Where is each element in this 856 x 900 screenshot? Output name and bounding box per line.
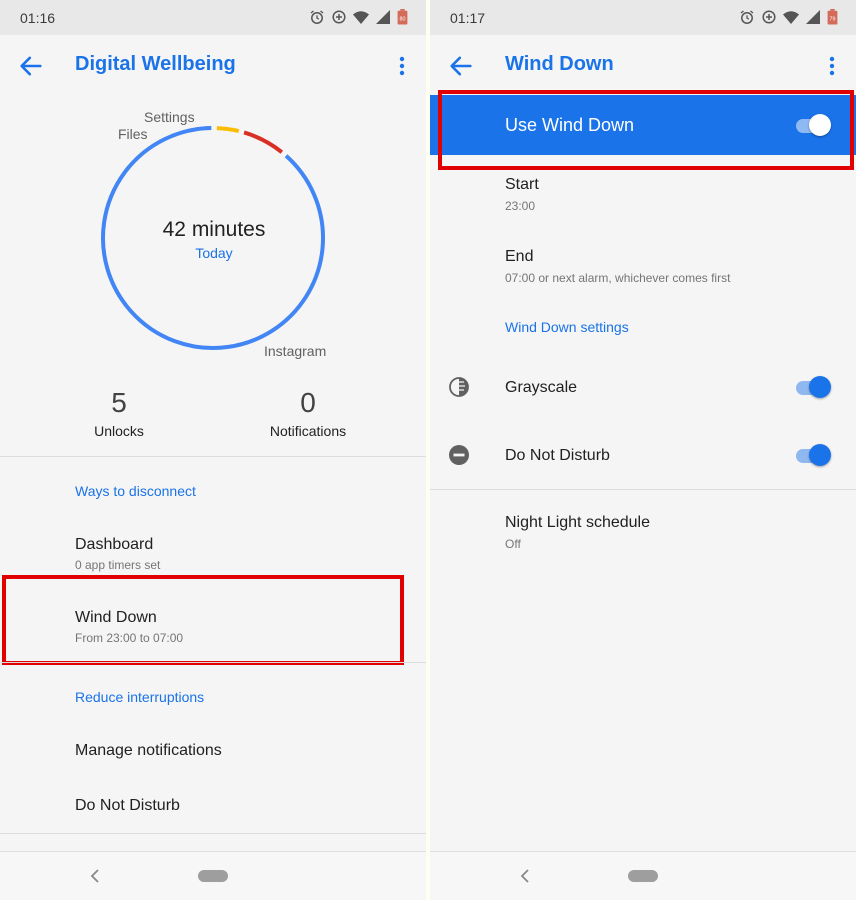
dashboard-subtitle: 0 app timers set: [75, 558, 161, 572]
notifications-count: 0: [300, 387, 316, 418]
more-options-icon[interactable]: [390, 52, 414, 80]
do-not-disturb-item[interactable]: Do Not Disturb: [75, 797, 180, 815]
navigation-bar: [0, 851, 426, 900]
data-saver-icon: [762, 10, 776, 24]
start-title: Start: [505, 176, 539, 193]
status-time: 01:16: [20, 10, 56, 26]
usage-segment-files[interactable]: [243, 130, 284, 154]
alarm-icon: [310, 10, 324, 24]
end-value: 07:00 or next alarm, whichever comes fir…: [505, 271, 731, 285]
divider: [0, 662, 426, 663]
cell-signal-icon: [376, 10, 390, 24]
navigation-bar: [430, 851, 856, 900]
night-light-item[interactable]: Night Light schedule Off: [505, 514, 650, 551]
unlocks-stat: 5 Unlocks: [79, 387, 159, 439]
notifications-stat: 0 Notifications: [248, 387, 368, 439]
reduce-interruptions-header: Reduce interruptions: [75, 689, 205, 705]
alarm-icon: [740, 10, 754, 24]
back-arrow-icon[interactable]: [17, 52, 45, 80]
status-time: 01:17: [450, 10, 486, 26]
divider: [0, 833, 426, 834]
status-icons: 79: [739, 9, 838, 25]
page-title: Digital Wellbeing: [75, 53, 236, 75]
page-title: Wind Down: [505, 53, 614, 75]
divider: [0, 456, 426, 457]
night-light-value: Off: [505, 537, 521, 551]
manage-notifications-item[interactable]: Manage notifications: [75, 742, 222, 760]
wind-down-settings-header: Wind Down settings: [505, 319, 629, 335]
svg-text:79: 79: [830, 17, 836, 23]
wifi-icon: [783, 11, 799, 24]
grayscale-icon: [449, 377, 469, 397]
ways-to-disconnect-header: Ways to disconnect: [75, 483, 196, 499]
grayscale-toggle[interactable]: [794, 376, 831, 398]
highlight-box: [438, 90, 854, 170]
app-bar: Digital Wellbeing: [0, 35, 426, 97]
do-not-disturb-icon: [449, 445, 469, 465]
unlocks-label: Unlocks: [94, 423, 144, 439]
dashboard-title: Dashboard: [75, 536, 154, 553]
divider: [430, 489, 856, 490]
usage-total: 42 minutes: [162, 218, 266, 241]
grayscale-item[interactable]: Grayscale: [505, 379, 577, 397]
nav-home-pill[interactable]: [628, 870, 658, 882]
usage-segment-settings[interactable]: [216, 126, 240, 134]
manage-notifications-title: Manage notifications: [75, 742, 222, 759]
nav-back-icon[interactable]: [518, 868, 532, 884]
highlight-box: [2, 575, 404, 665]
ring-label-settings: Settings: [144, 109, 195, 125]
end-time-item[interactable]: End 07:00 or next alarm, whichever comes…: [505, 248, 730, 285]
start-value: 23:00: [505, 199, 536, 213]
ring-label-files: Files: [118, 126, 148, 142]
do-not-disturb-item[interactable]: Do Not Disturb: [505, 447, 610, 465]
notifications-label: Notifications: [269, 423, 347, 439]
data-saver-icon: [332, 10, 346, 24]
more-options-icon[interactable]: [820, 52, 844, 80]
wind-down-screen: 01:17 79 Wind Down Use Wind Down Start 2…: [430, 0, 856, 900]
unlocks-count: 5: [111, 387, 127, 418]
svg-text:80: 80: [400, 17, 406, 23]
ring-label-instagram: Instagram: [264, 343, 327, 359]
night-light-title: Night Light schedule: [505, 514, 650, 531]
start-time-item[interactable]: Start 23:00: [505, 176, 539, 213]
dashboard-item[interactable]: Dashboard 0 app timers set: [75, 536, 160, 572]
grayscale-label: Grayscale: [505, 379, 578, 396]
battery-icon: 80: [397, 9, 408, 25]
app-bar: Wind Down: [430, 35, 856, 97]
battery-icon: 79: [827, 9, 838, 25]
status-bar: 01:16 80: [0, 0, 426, 35]
do-not-disturb-label: Do Not Disturb: [505, 447, 610, 464]
cell-signal-icon: [806, 10, 820, 24]
status-icons: 80: [309, 9, 408, 25]
back-arrow-icon[interactable]: [447, 52, 475, 80]
moon-icon: [453, 521, 462, 539]
do-not-disturb-title: Do Not Disturb: [75, 797, 180, 814]
nav-home-pill[interactable]: [198, 870, 228, 882]
do-not-disturb-toggle[interactable]: [794, 444, 831, 466]
usage-period: Today: [195, 245, 233, 261]
digital-wellbeing-screen: 01:16 80 Digital Wellbeing Settings File…: [0, 0, 426, 900]
end-title: End: [505, 248, 534, 265]
wifi-icon: [353, 11, 369, 24]
nav-back-icon[interactable]: [88, 868, 102, 884]
status-bar: 01:17 79: [430, 0, 856, 35]
